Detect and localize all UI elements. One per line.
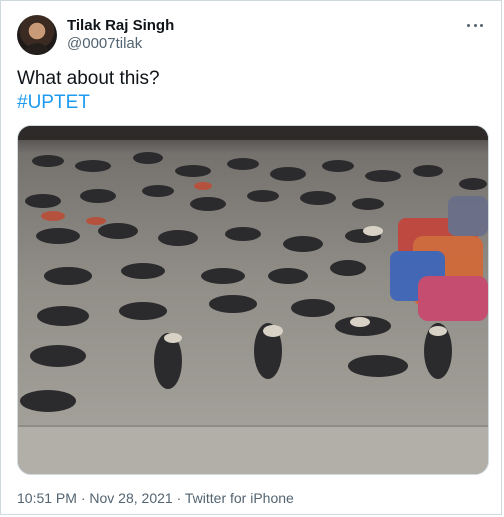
tweet-time: 10:51 PM — [17, 490, 77, 506]
meta-separator: · — [176, 490, 182, 506]
more-horizontal-icon — [473, 23, 477, 27]
tweet-photo[interactable] — [17, 125, 489, 475]
author-name[interactable]: Tilak Raj Singh — [67, 17, 174, 35]
more-horizontal-icon — [480, 23, 483, 27]
hashtag-link[interactable]: #UPTET — [17, 91, 90, 115]
tweet-timestamp[interactable]: 10:51 PM · Nov 28, 2021 — [17, 490, 173, 506]
tweet-date: Nov 28, 2021 — [89, 490, 173, 506]
more-options-button[interactable] — [463, 17, 487, 33]
tweet-card: Tilak Raj Singh @0007tilak What about th… — [0, 0, 502, 515]
tweet-text: What about this? — [17, 68, 160, 89]
tweet-source[interactable]: Twitter for iPhone — [185, 490, 294, 506]
author-avatar[interactable] — [17, 15, 57, 55]
more-horizontal-icon — [467, 23, 470, 27]
tweet-metadata: 10:51 PM · Nov 28, 2021 · Twitter for iP… — [17, 489, 294, 507]
author-handle[interactable]: @0007tilak — [67, 35, 142, 53]
meta-separator: · — [80, 490, 86, 506]
photo-crowd-lying-on-pavement — [18, 126, 488, 474]
